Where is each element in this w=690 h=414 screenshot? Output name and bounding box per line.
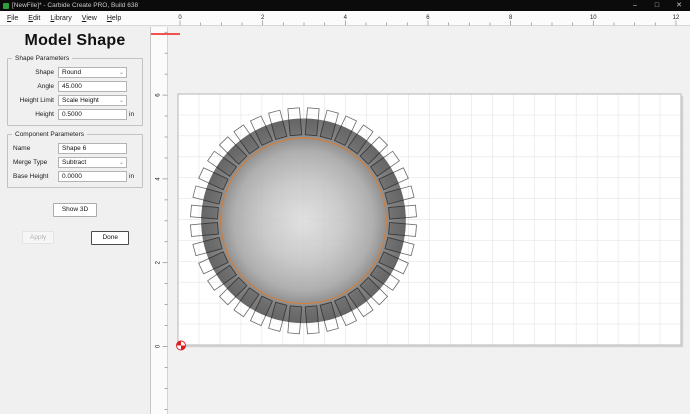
- done-button[interactable]: Done: [91, 231, 129, 245]
- minimize-button[interactable]: –: [624, 0, 646, 11]
- menu-file[interactable]: File: [2, 13, 23, 24]
- maximize-button[interactable]: □: [646, 0, 668, 11]
- angle-input[interactable]: 45.000: [58, 81, 127, 92]
- base-height-unit: in: [127, 173, 137, 180]
- chevron-down-icon: ⌄: [119, 96, 124, 107]
- shape-select[interactable]: Round ⌄: [58, 67, 127, 78]
- component-parameters-group: Component Parameters Name Shape 6 in Mer…: [7, 134, 143, 188]
- height-limit-value: Scale Height: [62, 97, 99, 104]
- component-parameters-legend: Component Parameters: [12, 131, 87, 138]
- chevron-down-icon: ⌄: [119, 68, 124, 79]
- svg-text:4: 4: [344, 15, 348, 21]
- app-icon: [3, 3, 9, 9]
- merge-type-label: Merge Type: [13, 159, 58, 166]
- svg-text:0: 0: [178, 15, 182, 21]
- name-label: Name: [13, 145, 58, 152]
- svg-text:2: 2: [261, 15, 265, 21]
- show-3d-button[interactable]: Show 3D: [53, 203, 97, 217]
- height-limit-row: Height Limit Scale Height ⌄ in: [13, 95, 137, 106]
- model-shape-panel: Model Shape Shape Parameters Shape Round…: [0, 27, 151, 414]
- height-limit-label: Height Limit: [13, 97, 58, 104]
- apply-button[interactable]: Apply: [22, 231, 54, 244]
- chevron-down-icon: ⌄: [119, 158, 124, 169]
- content-row: Model Shape Shape Parameters Shape Round…: [0, 27, 690, 414]
- window-controls: – □ ✕: [624, 0, 690, 11]
- menu-bar: File Edit Library View Help: [0, 11, 151, 25]
- shape-parameters-legend: Shape Parameters: [12, 55, 72, 62]
- shape-row: Shape Round ⌄ in: [13, 67, 137, 78]
- menu-view[interactable]: View: [77, 13, 102, 24]
- merge-type-value: Subtract: [62, 159, 86, 166]
- base-height-label: Base Height: [13, 173, 58, 180]
- window-title: [NewFile]* - Carbide Create PRO, Build 6…: [12, 2, 624, 9]
- shape-parameters-group: Shape Parameters Shape Round ⌄ in Angle …: [7, 58, 143, 126]
- shape-value: Round: [62, 69, 81, 76]
- horizontal-ruler: 0 2 4 6 8 10 12: [168, 11, 690, 25]
- svg-text:0: 0: [156, 344, 162, 348]
- svg-text:8: 8: [509, 15, 513, 21]
- close-button[interactable]: ✕: [668, 0, 690, 11]
- menu-library[interactable]: Library: [45, 13, 76, 24]
- svg-text:4: 4: [156, 177, 162, 181]
- height-row: Height 0.5000 in: [13, 109, 137, 120]
- menu-help[interactable]: Help: [102, 13, 126, 24]
- app-window: [NewFile]* - Carbide Create PRO, Build 6…: [0, 0, 690, 414]
- shape-label: Shape: [13, 69, 58, 76]
- angle-row: Angle 45.000 in: [13, 81, 137, 92]
- ruler-origin-marker: [151, 33, 180, 35]
- menu-edit[interactable]: Edit: [23, 13, 45, 24]
- name-input[interactable]: Shape 6: [58, 143, 127, 154]
- svg-text:10: 10: [590, 15, 597, 21]
- page-title: Model Shape: [0, 32, 150, 50]
- height-limit-select[interactable]: Scale Height ⌄: [58, 95, 127, 106]
- base-height-row: Base Height 0.0000 in: [13, 171, 137, 182]
- base-height-input[interactable]: 0.0000: [58, 171, 127, 182]
- height-label: Height: [13, 111, 58, 118]
- ruler-corner: [151, 11, 168, 25]
- angle-label: Angle: [13, 83, 58, 90]
- merge-type-row: Merge Type Subtract ⌄ in: [13, 157, 137, 168]
- merge-type-select[interactable]: Subtract ⌄: [58, 157, 127, 168]
- svg-text:6: 6: [156, 93, 162, 97]
- svg-text:12: 12: [673, 15, 680, 21]
- title-bar: [NewFile]* - Carbide Create PRO, Build 6…: [0, 0, 690, 11]
- vertical-ruler: 0 2 4 6: [151, 27, 168, 414]
- height-unit: in: [127, 111, 137, 118]
- menu-ruler-row: File Edit Library View Help 0 2 4 6 8 10 12: [0, 11, 690, 26]
- name-row: Name Shape 6 in: [13, 143, 137, 154]
- design-canvas[interactable]: [168, 27, 690, 414]
- height-input[interactable]: 0.5000: [58, 109, 127, 120]
- svg-text:2: 2: [156, 260, 162, 264]
- svg-text:6: 6: [426, 15, 430, 21]
